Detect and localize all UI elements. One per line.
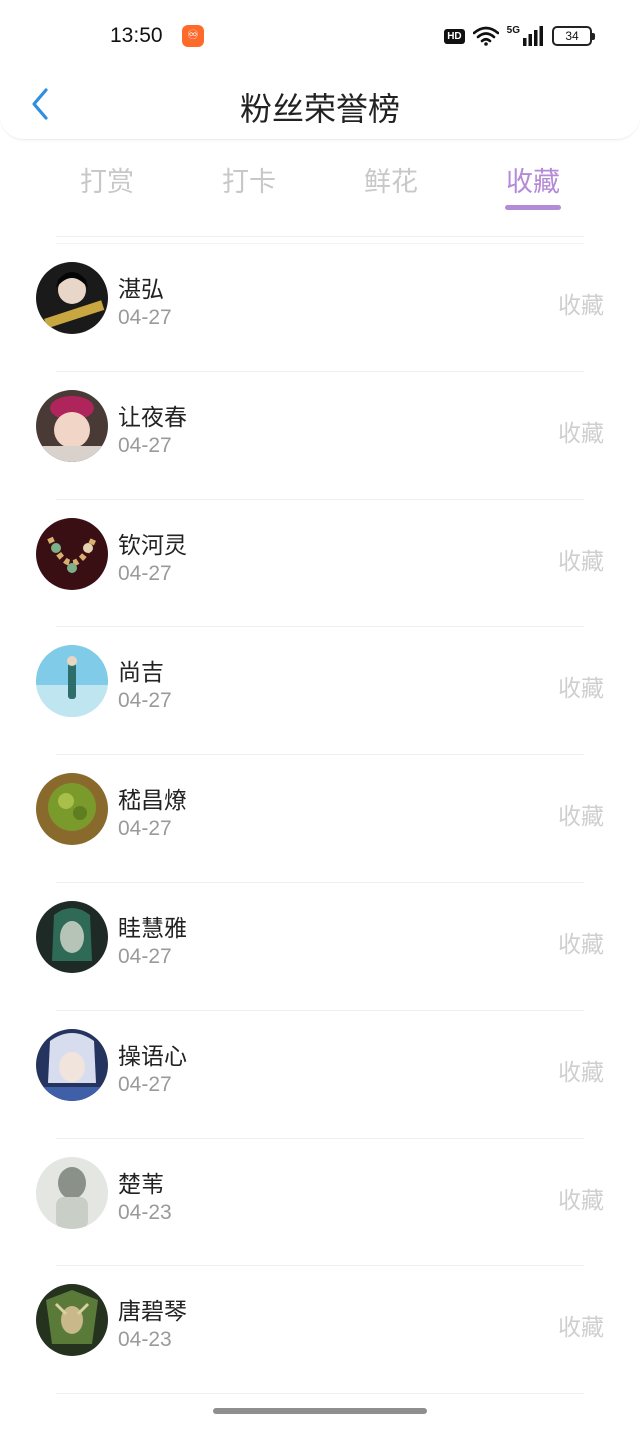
active-tab-indicator — [505, 205, 561, 210]
fan-list: 湛弘 04-27 收藏 让夜春 04-27 收藏 钦河灵 04-27 收藏 尚吉… — [0, 244, 640, 1395]
fan-name: 眭慧雅 — [118, 915, 187, 942]
avatar — [36, 645, 108, 718]
fan-action-label: 收藏 — [558, 1187, 604, 1214]
page-title: 粉丝荣誉榜 — [239, 90, 400, 128]
fan-name: 嵇昌燎 — [118, 788, 187, 815]
avatar — [36, 262, 108, 334]
list-item[interactable]: 操语心 04-27 收藏 — [0, 1011, 640, 1139]
battery-icon: 34 — [552, 26, 595, 46]
fan-date: 04-27 — [118, 306, 172, 329]
divider — [56, 1393, 584, 1395]
list-item[interactable]: 让夜春 04-27 收藏 — [0, 372, 640, 500]
fan-name: 唐碧琴 — [118, 1299, 187, 1326]
fan-action-label: 收藏 — [558, 293, 604, 319]
list-item[interactable]: 湛弘 04-27 收藏 — [0, 244, 640, 372]
fan-date: 04-27 — [118, 433, 172, 457]
fan-action-label: 收藏 — [558, 420, 604, 447]
list-item[interactable]: 唐碧琴 04-23 收藏 — [0, 1266, 640, 1395]
fan-name: 让夜春 — [118, 404, 187, 431]
divider — [56, 236, 584, 237]
avatar — [36, 1028, 108, 1101]
fan-name: 湛弘 — [118, 277, 164, 303]
fan-date: 04-23 — [118, 1200, 172, 1224]
header-bar: 粉丝荣誉榜 — [0, 70, 640, 140]
avatar — [36, 517, 108, 590]
fan-action-label: 收藏 — [558, 931, 604, 958]
fan-date: 04-27 — [118, 561, 172, 585]
list-item[interactable]: 楚苇 04-23 收藏 — [0, 1139, 640, 1267]
tab-favorites[interactable]: 收藏 — [488, 160, 578, 199]
avatar — [36, 773, 108, 846]
battery-level: 34 — [565, 29, 579, 43]
app-notification-icon: ♾ — [182, 25, 204, 47]
status-icons: HD 5G 34 — [444, 24, 595, 48]
fan-name: 尚吉 — [118, 660, 164, 687]
fan-action-label: 收藏 — [558, 676, 604, 703]
fan-action-label: 收藏 — [558, 1315, 604, 1342]
list-item[interactable]: 嵇昌燎 04-27 收藏 — [0, 755, 640, 883]
fan-date: 04-27 — [118, 817, 172, 841]
tab-tip[interactable]: 打赏 — [62, 160, 152, 199]
fan-action-label: 收藏 — [558, 548, 604, 575]
list-item[interactable]: 尚吉 04-27 收藏 — [0, 627, 640, 756]
fan-action-label: 收藏 — [558, 1059, 604, 1086]
list-item[interactable]: 钦河灵 04-27 收藏 — [0, 500, 640, 628]
avatar — [36, 900, 108, 973]
fan-date: 04-27 — [118, 944, 172, 968]
tab-flowers[interactable]: 鲜花 — [346, 160, 436, 199]
fan-date: 04-27 — [118, 689, 172, 713]
signal-icon — [523, 26, 543, 46]
status-bar: 13:50 ♾ HD 5G 34 — [0, 0, 640, 70]
fan-name: 操语心 — [118, 1043, 187, 1070]
status-time: 13:50 — [110, 24, 163, 47]
fan-name: 钦河灵 — [118, 532, 187, 559]
fan-date: 04-27 — [118, 1072, 172, 1096]
avatar — [36, 389, 108, 462]
fan-name: 楚苇 — [118, 1171, 164, 1198]
avatar — [36, 1284, 108, 1357]
tab-checkin[interactable]: 打卡 — [204, 160, 294, 199]
fan-action-label: 收藏 — [558, 804, 604, 831]
home-indicator[interactable] — [213, 1408, 427, 1414]
wifi-icon — [472, 26, 499, 46]
fan-date: 04-23 — [118, 1328, 172, 1352]
hd-badge: HD — [444, 28, 465, 44]
list-item[interactable]: 眭慧雅 04-27 收藏 — [0, 883, 640, 1011]
avatar — [36, 1156, 108, 1229]
network-type: 5G — [506, 24, 520, 36]
